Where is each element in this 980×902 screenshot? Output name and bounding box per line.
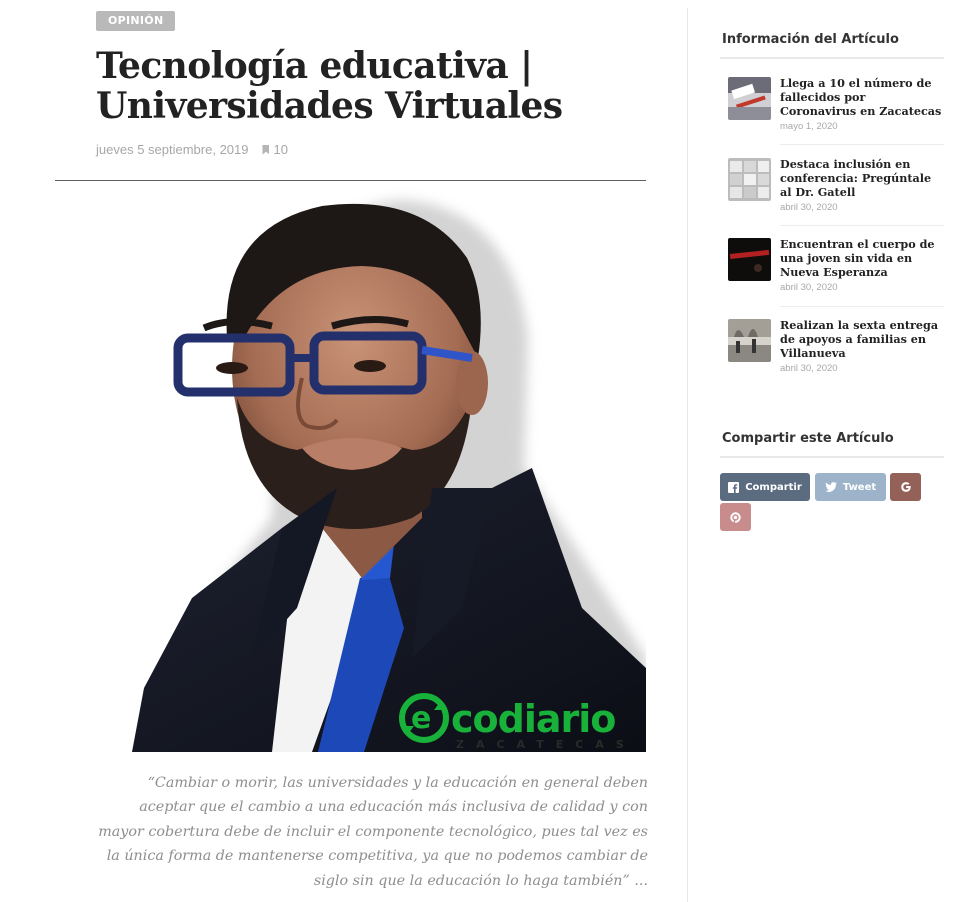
facebook-share-button[interactable]: Compartir — [720, 473, 810, 501]
facebook-icon — [728, 481, 740, 493]
info-heading-rule — [720, 57, 944, 59]
post-date: abril 30, 2020 — [780, 282, 838, 293]
category-badge[interactable]: OPINIÓN — [96, 11, 176, 31]
article-main: OPINIÓN Tecnología educativa | Universid… — [0, 0, 688, 902]
facebook-share-label: Compartir — [745, 481, 802, 493]
logo-sub: ZACATECAS — [456, 738, 636, 751]
post-thumbnail[interactable] — [728, 238, 771, 281]
logo-prefix: e — [411, 701, 431, 736]
post-thumbnail[interactable] — [728, 319, 771, 362]
title-divider — [55, 180, 646, 181]
google-icon — [900, 482, 911, 492]
ecodiario-logo: e codiario ZACATECAS — [396, 688, 646, 752]
post-thumbnail[interactable] — [728, 77, 771, 120]
featured-photo — [132, 188, 646, 752]
post-date: abril 30, 2020 — [780, 202, 838, 213]
twitter-icon — [824, 482, 837, 492]
twitter-share-button[interactable]: Tweet — [815, 473, 886, 501]
post-separator — [780, 306, 944, 307]
logo-main: codiario — [451, 697, 615, 741]
share-heading: Compartir este Artículo — [722, 431, 894, 446]
info-heading: Información del Artículo — [722, 32, 899, 47]
sidebar-post[interactable]: Destaca inclusión en conferencia: Pregún… — [728, 157, 944, 238]
sidebar-post[interactable]: Llega a 10 el número de fallecidos por C… — [728, 76, 944, 157]
post-separator — [780, 225, 944, 226]
pinterest-share-button[interactable] — [720, 503, 751, 531]
article-title: Tecnología educativa | Universidades Vir… — [96, 45, 563, 127]
post-title[interactable]: Destaca inclusión en conferencia: Pregún… — [780, 157, 942, 199]
post-date: mayo 1, 2020 — [780, 121, 838, 132]
twitter-share-label: Tweet — [842, 481, 877, 493]
post-title[interactable]: Llega a 10 el número de fallecidos por C… — [780, 76, 942, 118]
pinterest-icon — [730, 511, 741, 523]
post-thumbnail[interactable] — [728, 158, 771, 201]
article-date: jueves 5 septiembre, 2019 — [96, 142, 249, 157]
post-title[interactable]: Encuentran el cuerpo de una joven sin vi… — [780, 237, 942, 279]
article-meta: jueves 5 septiembre, 2019 10 — [96, 142, 288, 157]
bookmark-icon — [262, 144, 270, 155]
post-date: abril 30, 2020 — [780, 363, 838, 374]
bookmark-count: 10 — [273, 142, 288, 157]
column-divider — [687, 8, 688, 902]
share-heading-rule — [720, 456, 944, 458]
google-share-button[interactable] — [890, 473, 921, 501]
post-separator — [780, 144, 944, 145]
article-excerpt: “Cambiar o morir, las universidades y la… — [98, 775, 648, 889]
post-title[interactable]: Realizan la sexta entrega de apoyos a fa… — [780, 318, 942, 360]
sidebar-post[interactable]: Realizan la sexta entrega de apoyos a fa… — [728, 318, 944, 399]
